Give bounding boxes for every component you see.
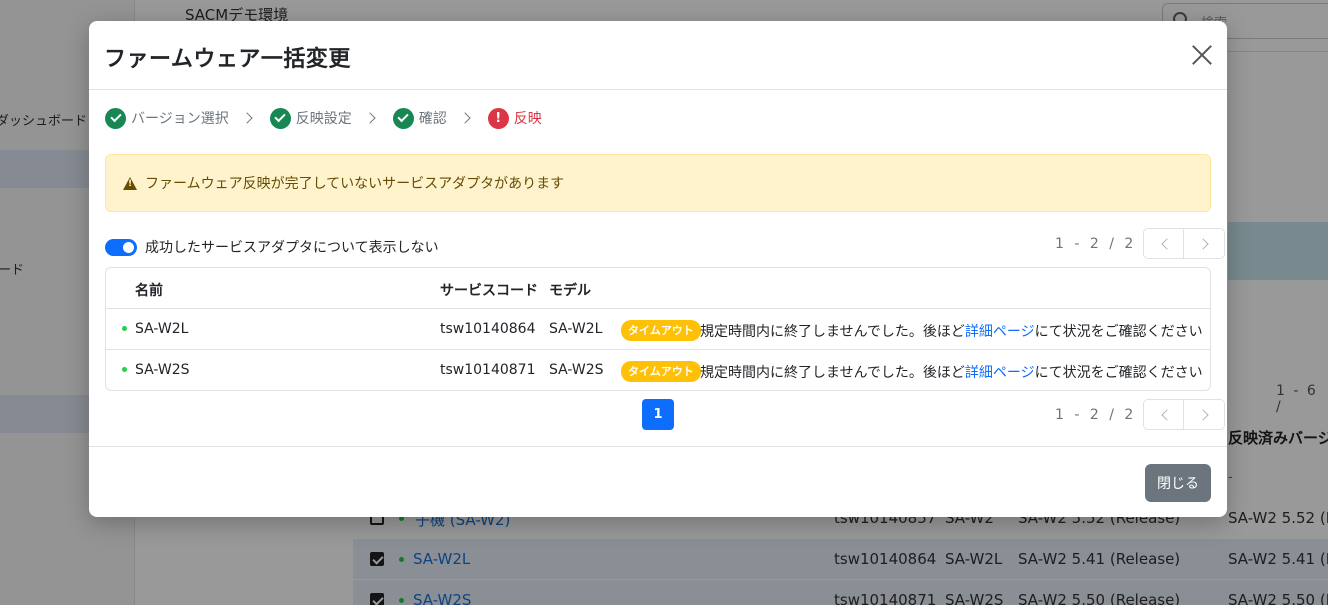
row-code: tsw10140864 — [440, 321, 536, 337]
chevron-right-icon — [241, 112, 253, 124]
pagination-count: 1 - 2 / 2 — [1055, 406, 1137, 423]
col-code-header: サービスコード — [440, 283, 538, 299]
result-table: 名前 サービスコード モデル SA-W2L tsw10140864 SA-W2L… — [105, 267, 1211, 391]
detail-page-link[interactable]: 詳細ページ — [965, 365, 1035, 381]
row-model: SA-W2S — [549, 362, 604, 378]
timeout-badge: タイムアウト — [621, 320, 701, 341]
check-circle-icon — [269, 107, 291, 129]
warning-icon — [123, 176, 137, 190]
error-circle-icon: ! — [487, 107, 509, 129]
prev-page-button[interactable] — [1143, 228, 1185, 259]
row-name: SA-W2S — [135, 362, 190, 378]
message-text: 規定時間内に終了しませんでした。後ほど — [700, 324, 965, 340]
page-1-button[interactable]: 1 — [642, 399, 674, 430]
modal-header: ファームウェア一括変更 — [89, 21, 1227, 90]
message-text: にて状況をご確認ください — [1034, 365, 1203, 381]
step-confirm: 確認 — [392, 107, 447, 129]
chevron-right-icon — [459, 112, 471, 124]
table-row: SA-W2L tsw10140864 SA-W2L タイムアウト 規定時間内に終… — [106, 309, 1210, 350]
pagination-top: 1 - 2 / 2 — [1055, 228, 1226, 259]
col-model-header: モデル — [549, 283, 591, 299]
check-circle-icon — [392, 107, 414, 129]
table-header: 名前 サービスコード モデル — [106, 268, 1210, 309]
modal-title: ファームウェア一括変更 — [104, 47, 351, 72]
row-name: SA-W2L — [135, 321, 189, 337]
step-label: 反映設定 — [295, 111, 352, 127]
row-message: 規定時間内に終了しませんでした。後ほど詳細ページにて状況をご確認ください — [700, 321, 1203, 341]
col-name-header: 名前 — [135, 283, 163, 299]
step-version-select: バージョン選択 — [105, 107, 229, 129]
message-text: にて状況をご確認ください — [1034, 324, 1203, 340]
detail-page-link[interactable]: 詳細ページ — [965, 324, 1035, 340]
hide-success-toggle[interactable] — [105, 238, 137, 256]
check-circle-icon — [105, 107, 126, 129]
step-apply: ! 反映 — [487, 107, 542, 129]
table-row: SA-W2S tsw10140871 SA-W2S タイムアウト 規定時間内に終… — [106, 350, 1210, 390]
hide-success-toggle-row: 成功したサービスアダプタについて表示しない — [105, 237, 439, 257]
modal-footer: 閉じる — [89, 446, 1227, 517]
row-code: tsw10140871 — [440, 362, 536, 378]
message-text: 規定時間内に終了しませんでした。後ほど — [700, 365, 965, 381]
step-apply-settings: 反映設定 — [269, 107, 352, 129]
chevron-right-icon — [364, 112, 376, 124]
alert-text: ファームウェア反映が完了していないサービスアダプタがあります — [145, 176, 565, 192]
pagination-bottom: 1 - 2 / 2 — [1055, 399, 1226, 430]
step-label: バージョン選択 — [131, 111, 229, 127]
row-model: SA-W2L — [549, 321, 603, 337]
step-label: 反映 — [513, 111, 542, 127]
firmware-bulk-change-modal: ファームウェア一括変更 バージョン選択 反映設定 確認 ! 反映 ファームウェア… — [89, 21, 1227, 517]
next-page-button[interactable] — [1184, 228, 1226, 259]
toggle-label: 成功したサービスアダプタについて表示しない — [145, 240, 439, 256]
status-dot — [122, 367, 127, 372]
close-button[interactable]: 閉じる — [1145, 464, 1211, 502]
step-label: 確認 — [418, 111, 447, 127]
stepper: バージョン選択 反映設定 確認 ! 反映 — [105, 107, 542, 129]
close-icon[interactable] — [1191, 44, 1213, 66]
next-page-button[interactable] — [1184, 399, 1226, 430]
row-message: 規定時間内に終了しませんでした。後ほど詳細ページにて状況をご確認ください — [700, 362, 1203, 382]
prev-page-button[interactable] — [1143, 399, 1185, 430]
warning-alert: ファームウェア反映が完了していないサービスアダプタがあります — [105, 154, 1211, 212]
pagination-count: 1 - 2 / 2 — [1055, 235, 1137, 252]
timeout-badge: タイムアウト — [621, 361, 701, 382]
status-dot — [122, 326, 127, 331]
